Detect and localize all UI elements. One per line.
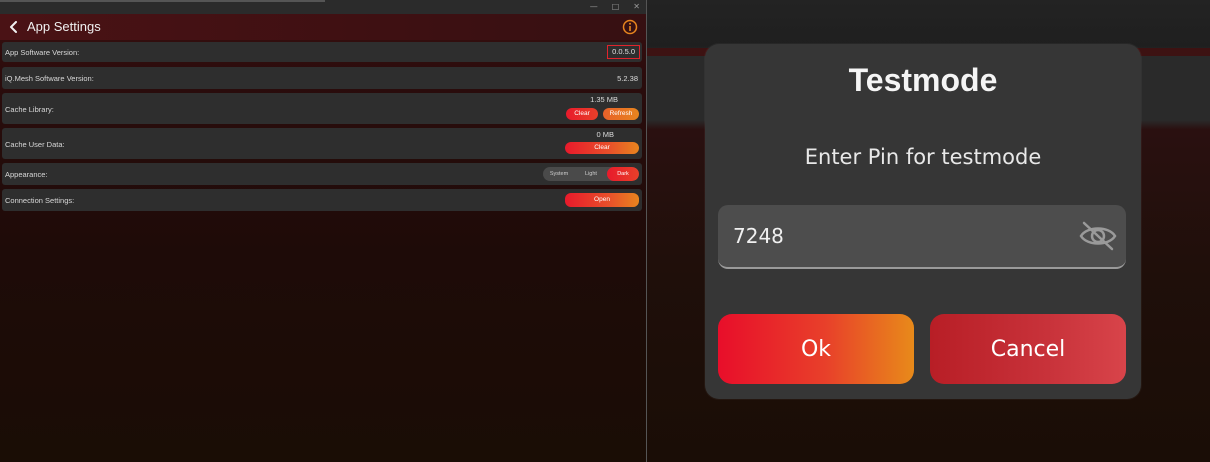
cache-user-clear-button[interactable]: Clear (565, 142, 639, 154)
cache-user-size: 0 MB (596, 130, 614, 139)
close-button[interactable]: ✕ (633, 0, 640, 14)
appearance-option-dark[interactable]: Dark (607, 167, 639, 181)
appearance-option-system[interactable]: System (543, 167, 575, 181)
appearance-selector: System Light Dark (543, 167, 639, 181)
dialog-message: Enter Pin for testmode (804, 145, 1042, 169)
window-controls: — □ ✕ (590, 0, 640, 14)
minimize-button[interactable]: — (590, 0, 598, 14)
appearance-option-light[interactable]: Light (575, 167, 607, 181)
connection-row: Connection Settings: Open (2, 189, 642, 211)
eye-off-icon[interactable] (1078, 218, 1118, 254)
app-header: App Settings (0, 14, 646, 40)
maximize-button[interactable]: □ (612, 0, 620, 14)
app-version-row: App Software Version: 0.0.5.0 (2, 42, 642, 62)
window-titlebar: — □ ✕ (0, 0, 646, 14)
testmode-screen: Testmode Enter Pin for testmode 7248 Ok … (647, 0, 1210, 462)
cache-library-clear-button[interactable]: Clear (566, 108, 598, 120)
titlebar-strip (0, 0, 325, 2)
info-icon[interactable] (622, 19, 638, 35)
settings-window: — □ ✕ App Settings App Software Version:… (0, 0, 646, 462)
page-title: App Settings (27, 19, 101, 34)
appearance-row: Appearance: System Light Dark (2, 163, 642, 185)
cache-library-label: Cache Library: (5, 105, 54, 114)
pin-input[interactable]: 7248 (718, 205, 1126, 269)
connection-open-button[interactable]: Open (565, 193, 639, 207)
cancel-button[interactable]: Cancel (930, 314, 1126, 384)
app-version-label: App Software Version: (5, 48, 80, 57)
cache-user-row: Cache User Data: 0 MB Clear (2, 128, 642, 159)
testmode-dialog: Testmode Enter Pin for testmode 7248 Ok … (705, 44, 1141, 399)
cache-user-label: Cache User Data: (5, 140, 65, 149)
dialog-title: Testmode (848, 62, 998, 98)
mesh-version-label: iQ.Mesh Software Version: (5, 74, 94, 83)
pin-input-value[interactable]: 7248 (733, 224, 784, 248)
appearance-label: Appearance: (5, 170, 48, 179)
mesh-version-value: 5.2.38 (617, 74, 638, 83)
app-version-value: 0.0.5.0 (607, 45, 640, 59)
connection-label: Connection Settings: (5, 196, 75, 205)
ok-button[interactable]: Ok (718, 314, 914, 384)
cache-library-refresh-button[interactable]: Refresh (603, 108, 639, 120)
cache-library-size: 1.35 MB (590, 95, 618, 104)
mesh-version-row: iQ.Mesh Software Version: 5.2.38 (2, 67, 642, 89)
chevron-left-icon[interactable] (8, 21, 20, 33)
cache-library-row: Cache Library: 1.35 MB Clear Refresh (2, 93, 642, 124)
